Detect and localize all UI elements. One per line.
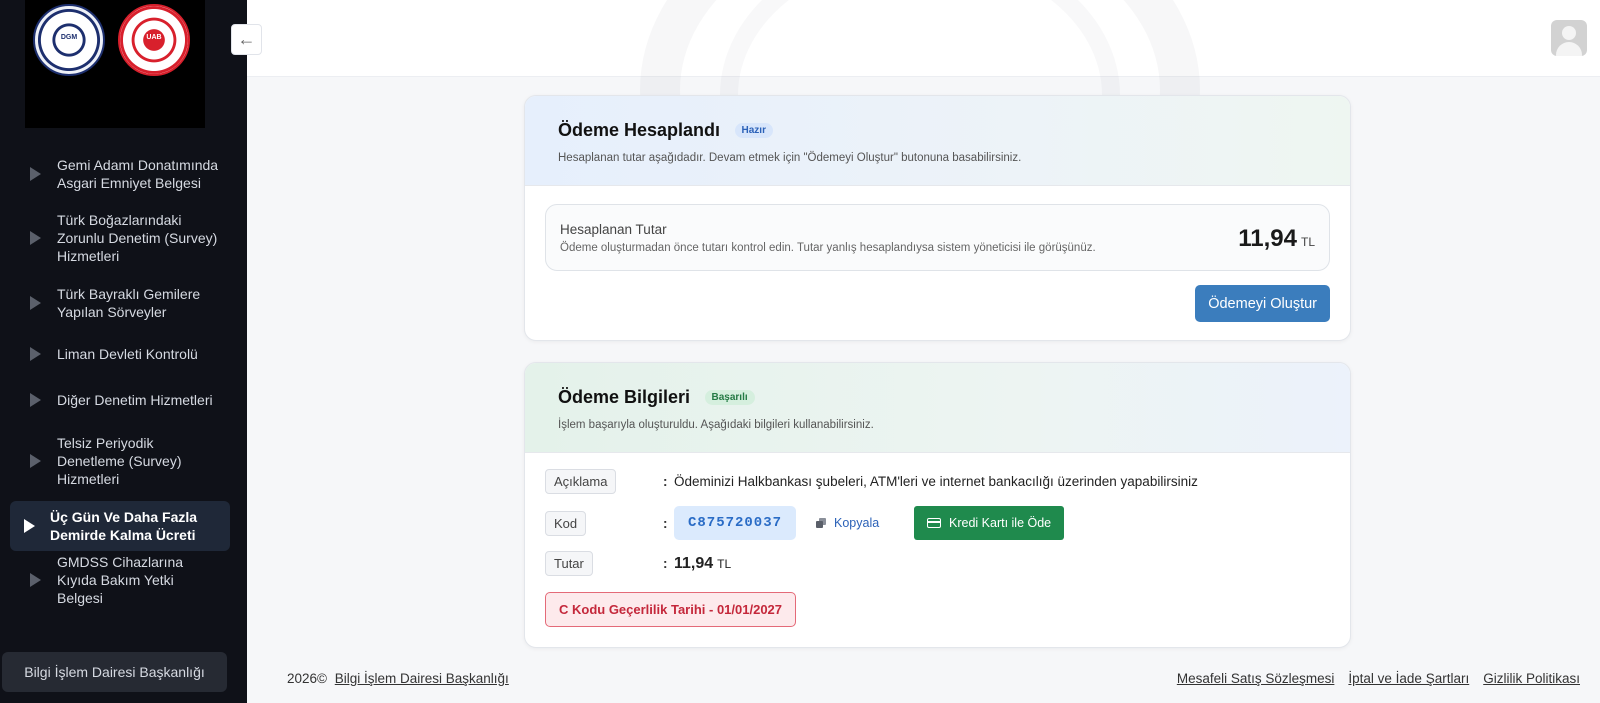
colon: :	[663, 556, 668, 571]
caret-right-icon	[30, 454, 41, 468]
caret-right-icon	[30, 347, 41, 361]
card-title: Ödeme Hesaplandı	[558, 120, 721, 140]
caret-right-icon	[30, 166, 41, 181]
logo-area: DGM UAB	[25, 0, 205, 128]
sidebar-item-label: Üç Gün Ve Daha Fazla Demirde Kalma Ücret…	[50, 509, 198, 543]
sidebar-item-label: GMDSS Cihazlarına Kıyıda Bakım Yetki Bel…	[57, 554, 184, 606]
amount-label: Tutar	[545, 551, 593, 576]
colon: :	[663, 474, 668, 489]
payment-calculated-card: Ödeme Hesaplandı Hazır Hesaplanan tutar …	[524, 95, 1351, 341]
amount-row: Tutar : 11,94 TL	[545, 551, 1330, 576]
caret-right-icon	[24, 519, 35, 533]
amount-number: 11,94	[674, 554, 714, 572]
amount-value: 11,94 TL	[674, 555, 731, 573]
description-label: Açıklama	[545, 469, 617, 494]
code-validity-alert: C Kodu Geçerlilik Tarihi - 01/01/2027	[545, 592, 797, 627]
colon: :	[663, 515, 668, 531]
code-label: Kod	[545, 510, 587, 536]
privacy-policy-link[interactable]: Gizlilik Politikası	[1483, 671, 1580, 686]
sidebar-item-label: Türk Bayraklı Gemilere Yapılan Sörveyler	[57, 286, 201, 320]
user-avatar[interactable]	[1551, 20, 1587, 56]
sidebar-item-sorveyler[interactable]: Türk Bayraklı Gemilere Yapılan Sörveyler	[10, 277, 230, 329]
amount-hint: Ödeme oluşturmadan önce tutarı kontrol e…	[560, 242, 1096, 254]
sidebar-item-label: Gemi Adamı Donatımında Asgari Emniyet Be…	[57, 156, 219, 191]
card-header: Ödeme Bilgileri Başarılı İşlem başarıyla…	[525, 363, 1350, 453]
sidebar-item-label: Türk Boğazlarındaki Zorunlu Denetim (Sur…	[57, 212, 218, 264]
code-value-wrap: C875720037	[674, 506, 797, 540]
currency-label: TL	[1300, 235, 1315, 249]
avatar-head	[1562, 26, 1576, 40]
footer-copyright: 2026© Bilgi İşlem Dairesi Başkanlığı	[287, 671, 509, 686]
sidebar-item-gmdss[interactable]: GMDSS Cihazlarına Kıyıda Bakım Yetki Bel…	[10, 554, 230, 606]
sidebar-item-label: Diğer Denetim Hizmetleri	[57, 392, 213, 408]
footer-org-link[interactable]: Bilgi İşlem Dairesi Başkanlığı	[335, 671, 509, 686]
distance-sales-link[interactable]: Mesafeli Satış Sözleşmesi	[1177, 671, 1335, 686]
ministry-seal-logo: UAB	[118, 4, 190, 76]
footer-links: Mesafeli Satış Sözleşmesi İptal ve İade …	[1177, 671, 1580, 686]
credit-card-icon	[927, 518, 941, 528]
payment-code[interactable]: C875720037	[674, 506, 797, 540]
top-bar	[247, 0, 1600, 77]
caret-right-icon	[30, 296, 41, 310]
copyright-text: 2026©	[287, 671, 327, 686]
currency-label: TL	[717, 556, 732, 571]
directorate-seal-logo: DGM	[33, 4, 105, 76]
sidebar-item-liman-devleti[interactable]: Liman Devleti Kontrolü	[10, 333, 230, 375]
payment-info-card: Ödeme Bilgileri Başarılı İşlem başarıyla…	[524, 362, 1351, 648]
sidebar-item-bogazlar-survey[interactable]: Türk Boğazlarındaki Zorunlu Denetim (Sur…	[10, 203, 230, 273]
sidebar-item-diger-denetim[interactable]: Diğer Denetim Hizmetleri	[10, 379, 230, 421]
card-title: Ödeme Bilgileri	[558, 387, 691, 407]
card-header: Ödeme Hesaplandı Hazır Hesaplanan tutar …	[525, 96, 1350, 186]
description-value: Ödeminizi Halkbankası şubeleri, ATM'leri…	[674, 474, 1198, 489]
sidebar-item-label: Telsiz Periyodik Denetleme (Survey) Hizm…	[57, 435, 182, 487]
caret-right-icon	[30, 231, 41, 245]
description-row: Açıklama : Ödeminizi Halkbankası şubeler…	[545, 469, 1330, 494]
copy-code-button[interactable]: Kopyala	[816, 516, 879, 530]
amount-number: 11,94	[1238, 225, 1297, 252]
copy-label: Kopyala	[834, 516, 880, 530]
avatar-body	[1556, 42, 1582, 56]
sidebar-item-label: Liman Devleti Kontrolü	[57, 346, 198, 362]
status-badge: Başarılı	[704, 390, 755, 405]
pay-by-card-label: Kredi Kartı ile Öde	[949, 516, 1052, 530]
card-subtitle: İşlem başarıyla oluşturuldu. Aşağıdaki b…	[558, 419, 874, 431]
sidebar-item-telsiz-survey[interactable]: Telsiz Periyodik Denetleme (Survey) Hizm…	[10, 427, 230, 495]
sidebar-item-asgari-emniyet[interactable]: Gemi Adamı Donatımında Asgari Emniyet Be…	[10, 148, 230, 199]
amount-label: Hesaplanan Tutar	[560, 222, 667, 237]
sidebar: DGM UAB Denetimler Gemi Adamı Donatımınd…	[0, 0, 247, 703]
caret-right-icon	[30, 393, 41, 407]
code-row: Kod : C875720037 Kopyala Kredi Kartı ile…	[545, 506, 1330, 540]
cancellation-refund-link[interactable]: İptal ve İade Şartları	[1348, 671, 1469, 686]
calculated-amount-box: Hesaplanan Tutar Ödeme oluşturmadan önce…	[545, 204, 1330, 271]
page-footer: 2026© Bilgi İşlem Dairesi Başkanlığı Mes…	[247, 661, 1600, 697]
sidebar-menu: Denetimler Gemi Adamı Donatımında Asgari…	[10, 104, 230, 606]
collapse-sidebar-button[interactable]: ←	[231, 24, 262, 55]
sidebar-footer-button[interactable]: Bilgi İşlem Dairesi Başkanlığı	[2, 652, 227, 692]
arrow-left-icon: ←	[237, 29, 256, 49]
sidebar-item-demirde-kalma[interactable]: Üç Gün Ve Daha Fazla Demirde Kalma Ücret…	[10, 501, 230, 551]
create-payment-button[interactable]: Ödemeyi Oluştur	[1195, 285, 1330, 322]
status-badge: Hazır	[734, 123, 773, 138]
copy-icon	[816, 517, 827, 529]
amount-value: 11,94 TL	[1238, 225, 1315, 253]
card-subtitle: Hesaplanan tutar aşağıdadır. Devam etmek…	[558, 152, 1022, 164]
pay-by-card-button[interactable]: Kredi Kartı ile Öde	[914, 506, 1065, 540]
caret-right-icon	[30, 573, 41, 587]
